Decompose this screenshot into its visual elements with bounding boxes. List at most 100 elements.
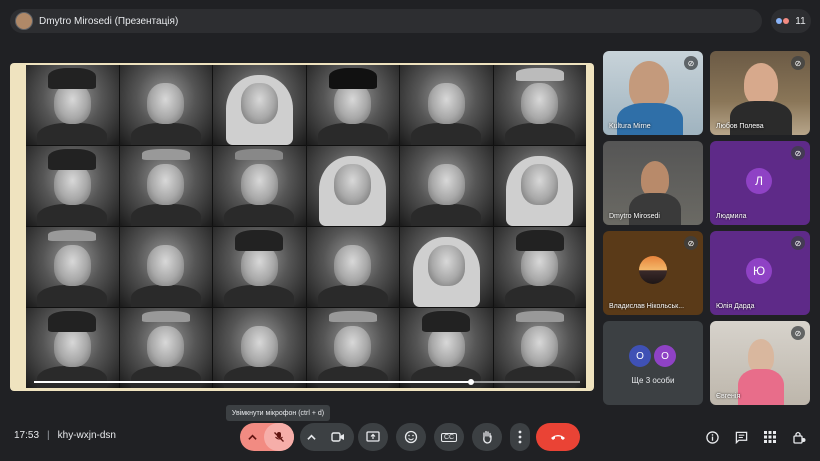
portrait-photo: [26, 227, 119, 307]
camera-toggle-button[interactable]: [322, 431, 354, 443]
participant-tile[interactable]: ⊘ Євгенія: [710, 321, 810, 405]
participants-count-button[interactable]: 11: [771, 9, 811, 33]
participant-name: Євгенія: [716, 393, 741, 400]
audio-options-button[interactable]: [240, 433, 264, 442]
more-participants-tile[interactable]: О О Ще 3 особи: [603, 321, 703, 405]
participant-name: Людмила: [716, 213, 747, 220]
avatar: О: [629, 345, 651, 367]
end-call-icon: [551, 435, 565, 440]
participant-tile[interactable]: ⊘ Л Людмила: [710, 141, 810, 225]
more-vert-icon: [518, 430, 522, 444]
portrait-photo: [213, 65, 306, 145]
presenter-bar[interactable]: Dmytro Mirosedi (Презентація): [10, 9, 762, 33]
portrait-photo: [26, 146, 119, 226]
avatar: Ю: [746, 258, 772, 284]
mic-off-icon: ⊘: [791, 56, 805, 70]
more-participants-avatars: О О: [629, 345, 676, 367]
portrait-photo: [306, 227, 399, 307]
portrait-photo: [306, 146, 399, 226]
emoji-icon: [404, 430, 418, 444]
portrait-photo: [213, 308, 306, 388]
mic-off-icon: ⊘: [791, 146, 805, 160]
chevron-up-icon: [306, 434, 316, 440]
participant-video-body: [629, 193, 681, 225]
presenter-title: Dmytro Mirosedi (Презентація): [39, 15, 179, 27]
portrait-photo: [306, 308, 399, 388]
portrait-photo: [119, 308, 212, 388]
participant-video: [744, 63, 778, 105]
portrait-photo: [400, 65, 493, 145]
participant-name: Любов Полева: [716, 123, 764, 130]
mic-off-icon: ⊘: [684, 56, 698, 70]
portrait-photo: [119, 227, 212, 307]
participant-video-body: [738, 369, 784, 405]
chat-icon: [735, 431, 747, 444]
chat-button[interactable]: [733, 429, 749, 445]
mic-off-icon: ⊘: [791, 236, 805, 250]
presentation-stage: [10, 63, 594, 391]
present-icon: [366, 431, 380, 442]
microphone-control[interactable]: [240, 423, 294, 451]
participant-tile[interactable]: ⊘ Любов Полева: [710, 51, 810, 135]
portrait-photo: [493, 65, 586, 145]
avatar: О: [654, 345, 676, 367]
host-controls-button[interactable]: [791, 429, 807, 445]
participant-count: 11: [795, 15, 806, 27]
participant-name: Владислав Нікольськ...: [609, 303, 685, 310]
people-icon: [776, 18, 790, 24]
leave-call-button[interactable]: [536, 423, 580, 451]
more-participants-label: Ще 3 особи: [631, 376, 675, 385]
present-button[interactable]: [358, 423, 388, 451]
portrait-photo: [26, 65, 119, 145]
participant-tile[interactable]: Dmytro Mirosedi: [603, 141, 703, 225]
participant-video: [641, 161, 669, 197]
participant-tile[interactable]: ⊘ Ю Юлія Дарда: [710, 231, 810, 315]
participant-name: Kultura Mirne: [609, 123, 651, 130]
mic-tooltip: Увімкнути мікрофон (ctrl + d): [226, 405, 330, 421]
mic-toggle-button[interactable]: [264, 423, 294, 451]
meeting-info: 17:53 | khy-wxjn-dsn: [14, 430, 116, 441]
portrait-photo: [400, 146, 493, 226]
more-options-button[interactable]: [510, 423, 530, 451]
camera-control[interactable]: [300, 423, 354, 451]
info-icon: [705, 430, 719, 444]
avatar: [639, 256, 667, 284]
camera-icon: [331, 432, 344, 442]
portrait-photo: [400, 227, 493, 307]
slide-progress-fill: [34, 381, 471, 383]
participant-tile[interactable]: ⊘ Владислав Нікольськ...: [603, 231, 703, 315]
chevron-up-icon: [247, 434, 257, 440]
separator: |: [47, 430, 50, 441]
participant-video-body: [617, 103, 683, 135]
participant-video: [629, 61, 669, 109]
lock-person-icon: [793, 431, 806, 444]
portrait-photo: [493, 227, 586, 307]
captions-button[interactable]: CC: [434, 423, 464, 451]
portrait-photo: [213, 227, 306, 307]
slide-progress-bar[interactable]: [34, 379, 580, 385]
emoji-button[interactable]: [396, 423, 426, 451]
slide-progress-handle[interactable]: [467, 379, 474, 385]
participant-tile[interactable]: ⊘ Kultura Mirne: [603, 51, 703, 135]
raise-hand-icon: [483, 430, 492, 444]
participant-name: Dmytro Mirosedi: [609, 213, 660, 220]
mic-off-icon: ⊘: [791, 326, 805, 340]
captions-icon: CC: [440, 432, 458, 442]
meeting-code: khy-wxjn-dsn: [57, 430, 116, 441]
presenter-avatar: [15, 12, 33, 30]
meeting-time: 17:53: [14, 430, 40, 441]
portrait-photo: [400, 308, 493, 388]
raise-hand-button[interactable]: [472, 423, 502, 451]
activities-button[interactable]: [762, 429, 778, 445]
portrait-photo: [493, 146, 586, 226]
apps-icon: [764, 431, 776, 443]
portrait-photo: [213, 146, 306, 226]
portrait-photo: [26, 308, 119, 388]
portrait-photo: [493, 308, 586, 388]
portrait-photo: [306, 65, 399, 145]
portrait-photo: [119, 65, 212, 145]
mic-off-icon: [274, 432, 284, 442]
participant-video: [748, 339, 774, 373]
meeting-details-button[interactable]: [704, 429, 720, 445]
video-options-button[interactable]: [300, 433, 322, 442]
